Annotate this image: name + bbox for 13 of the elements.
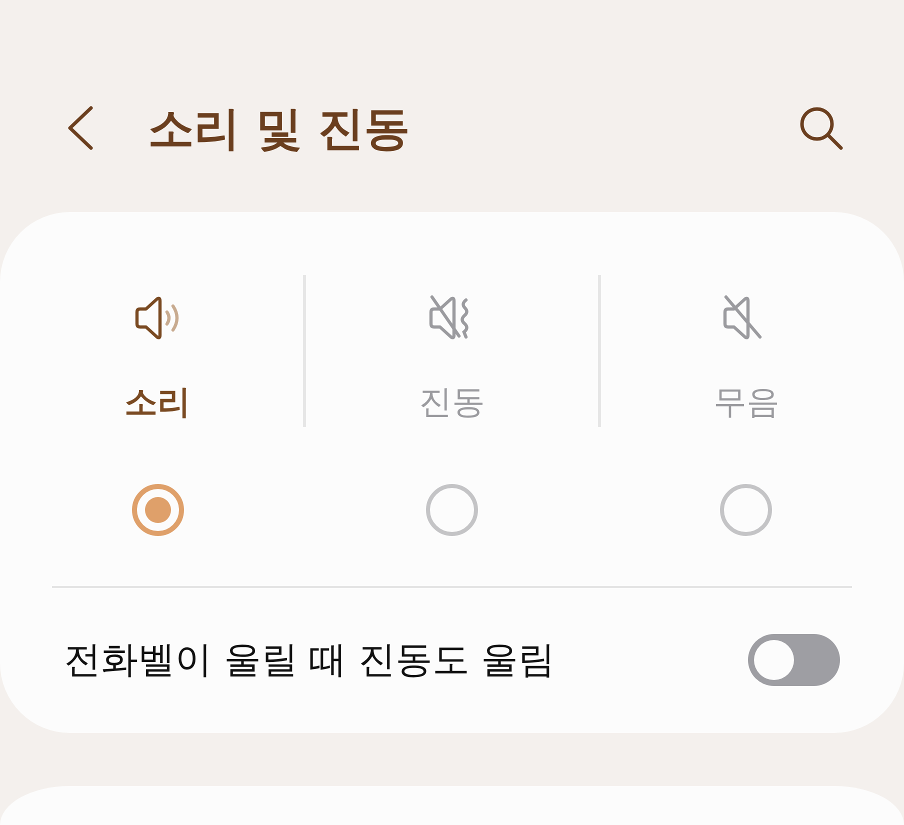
radio-button[interactable] [426, 484, 478, 536]
radio-button[interactable] [132, 484, 184, 536]
back-icon [66, 105, 94, 151]
toggle-switch[interactable] [748, 634, 840, 686]
mode-label[interactable]: 소리 [124, 383, 191, 421]
mode-label[interactable]: 무음 [713, 383, 780, 421]
mode-label[interactable]: 진동 [418, 383, 485, 421]
search-icon [798, 105, 844, 151]
setting-label: 전화벨이 울릴 때 진동도 울림 [64, 636, 556, 682]
radio-button[interactable] [720, 484, 772, 536]
page-title: 소리 및 진동 [148, 100, 410, 156]
back-button[interactable] [66, 105, 94, 151]
search-button[interactable] [798, 105, 844, 151]
